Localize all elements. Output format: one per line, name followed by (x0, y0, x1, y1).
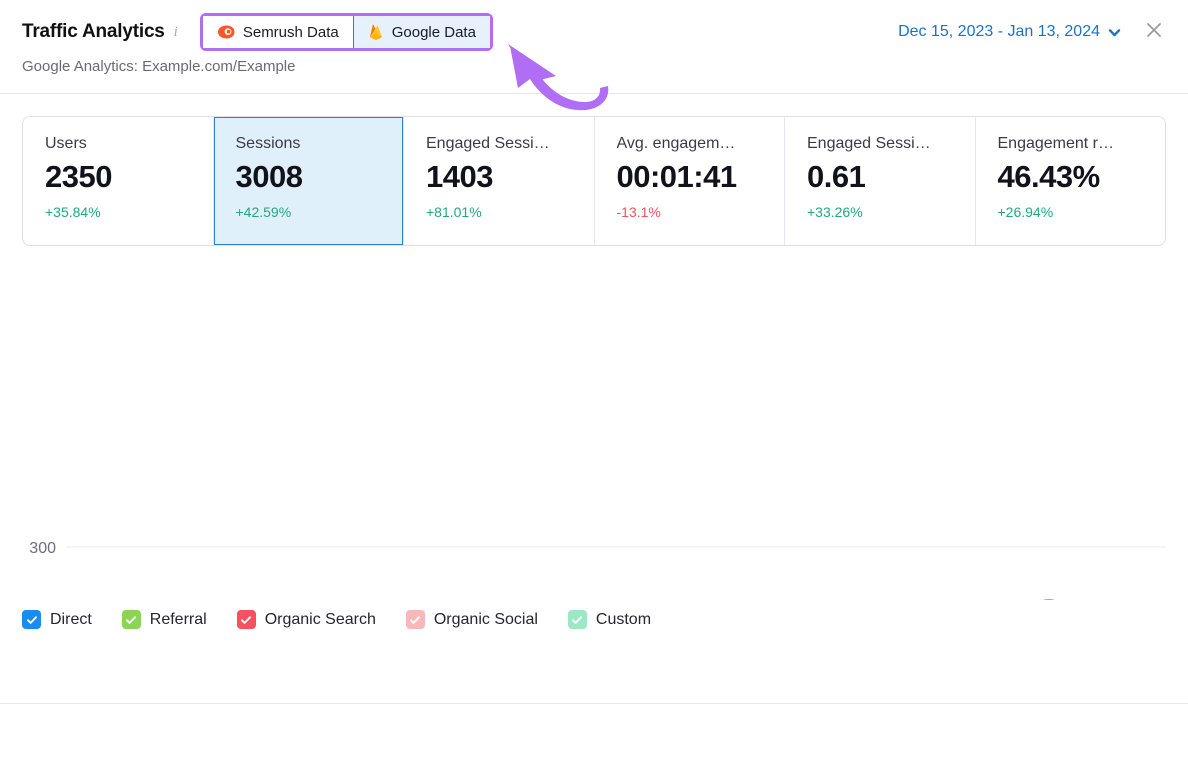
metric-card-delta: -13.1% (616, 204, 661, 220)
tab-google-data-label: Google Data (391, 23, 476, 41)
metric-card-avg-engagement-time[interactable]: Avg. engagem… 00:01:41 -13.1% (595, 117, 785, 245)
date-range-label: Dec 15, 2023 - Jan 13, 2024 (898, 23, 1100, 40)
metric-card-delta: +33.26% (807, 204, 863, 220)
traffic-chart: 0100200300Dec 15Dec 20Dec 25Dec 30Jan 4J… (0, 260, 1188, 600)
firebase-flame-icon (368, 23, 384, 41)
metric-card-value: 46.43% (997, 159, 1101, 194)
chart-legend: Direct Referral Organic Search Organic S… (0, 600, 1188, 629)
legend-item-organic-social[interactable]: Organic Social (405, 610, 538, 629)
tab-semrush-data[interactable]: Semrush Data (202, 16, 353, 48)
metric-card-delta: +42.59% (235, 204, 292, 220)
legend-item-organic-search[interactable]: Organic Search (236, 610, 376, 629)
legend-label: Organic Search (264, 610, 376, 628)
semrush-logo-icon (217, 25, 235, 39)
metric-card-engagement-rate[interactable]: Engagement r… 46.43% +26.94% (976, 117, 1166, 245)
legend-item-referral[interactable]: Referral (121, 610, 207, 629)
tab-semrush-data-label: Semrush Data (242, 23, 339, 41)
date-range-picker[interactable]: Dec 15, 2023 - Jan 13, 2024 (898, 23, 1121, 41)
chevron-down-icon (1108, 26, 1121, 38)
metric-card-label: Engaged Sessi… (807, 135, 931, 152)
legend-item-direct[interactable]: Direct (22, 610, 92, 629)
page-header: Traffic Analytics i Semrush Data Google … (0, 0, 1188, 94)
metric-card-delta: +81.01% (426, 204, 482, 220)
metric-card-value: 3008 (235, 159, 303, 194)
y-axis-tick-label: 300 (29, 540, 56, 557)
header-divider (0, 93, 1188, 94)
header-top-row: Traffic Analytics i Semrush Data Google … (0, 13, 1188, 51)
legend-label: Referral (149, 610, 207, 628)
metric-card-delta: +35.84% (45, 204, 101, 220)
chart-canvas[interactable]: 0100200300Dec 15Dec 20Dec 25Dec 30Jan 4J… (0, 260, 1188, 600)
metric-card-engaged-sessions[interactable]: Engaged Sessi… 1403 +81.01% (404, 117, 595, 245)
metric-card-label: Sessions (235, 135, 301, 152)
metric-cards-row: Users 2350 +35.84% Sessions 3008 +42.59%… (22, 116, 1166, 246)
data-source-toggle[interactable]: Semrush Data Google Data (199, 13, 493, 51)
bottom-divider (0, 703, 1188, 704)
legend-label: Custom (595, 610, 652, 628)
legend-checkbox[interactable] (567, 610, 587, 629)
metric-card-value: 00:01:41 (616, 159, 738, 194)
metric-card-label: Avg. engagem… (616, 135, 736, 152)
metric-card-label: Engaged Sessi… (426, 135, 550, 152)
metric-card-users[interactable]: Users 2350 +35.84% (23, 117, 214, 245)
metric-card-delta: +26.94% (997, 204, 1054, 220)
legend-checkbox[interactable] (236, 610, 256, 629)
tab-google-data[interactable]: Google Data (353, 16, 490, 48)
metric-card-value: 0.61 (807, 159, 866, 194)
metric-card-label: Engagement r… (997, 135, 1115, 152)
legend-checkbox[interactable] (405, 610, 425, 629)
legend-checkbox[interactable] (121, 610, 141, 629)
close-icon[interactable] (1142, 20, 1166, 44)
legend-item-custom[interactable]: Custom (567, 610, 652, 629)
header-right-controls: Dec 15, 2023 - Jan 13, 2024 (898, 20, 1166, 44)
metric-card-sessions[interactable]: Sessions 3008 +42.59% (213, 117, 404, 245)
legend-checkbox[interactable] (22, 610, 41, 629)
legend-label: Organic Social (433, 610, 538, 628)
metric-card-value: 2350 (45, 159, 112, 194)
metric-card-value: 1403 (426, 159, 493, 194)
legend-label: Direct (50, 610, 92, 628)
metric-card-engaged-sessions-per-user[interactable]: Engaged Sessi… 0.61 +33.26% (785, 117, 976, 245)
page-subtitle: Google Analytics: Example.com/Example (22, 58, 296, 75)
page-title: Traffic Analytics (22, 21, 165, 42)
metric-card-label: Users (45, 135, 87, 152)
info-icon[interactable]: i (174, 24, 178, 41)
